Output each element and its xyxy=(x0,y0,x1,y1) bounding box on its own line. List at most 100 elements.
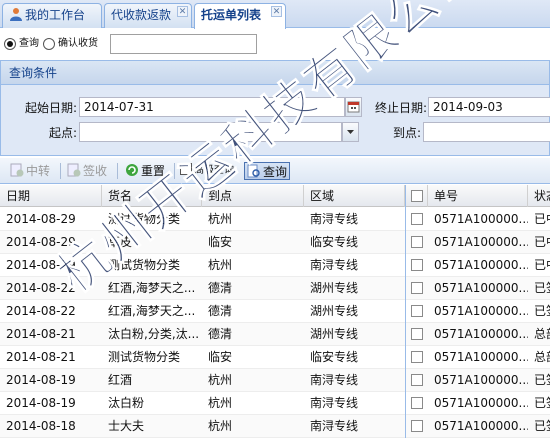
chevron-down-icon[interactable] xyxy=(342,122,359,142)
cell-status: 已签 xyxy=(534,396,550,410)
reset-button[interactable]: 重置 xyxy=(125,162,165,180)
cell-region: 南浔专线 xyxy=(310,258,359,272)
column-header-number[interactable]: 单号 xyxy=(428,185,528,207)
cell-destination: 杭州 xyxy=(208,212,233,226)
table-row[interactable]: 0571A100000... 总部 xyxy=(406,346,550,369)
row-checkbox[interactable] xyxy=(411,305,423,317)
row-checkbox[interactable] xyxy=(411,397,423,409)
tab-waybill-list[interactable]: 托运单列表 ✕ xyxy=(194,3,286,29)
cell-goods: 测试货物分类 xyxy=(108,212,181,226)
waybill-grid-right: 单号 状态 0571A100000... 已中 0571A100000... 已中 05… xyxy=(406,185,550,438)
table-row[interactable]: 2014-08-18 士大夫 杭州 南浔专线 xyxy=(0,415,405,438)
advanced-query-toggle[interactable]: 高级查询 xyxy=(180,162,234,180)
table-row[interactable]: 2014-08-29 测试货物分类 杭州 南浔专线 xyxy=(0,254,405,277)
cell-date: 2014-08-19 xyxy=(6,396,76,410)
column-header-goods[interactable]: 货名 xyxy=(102,185,202,207)
table-row[interactable]: 0571A100000... 总部 xyxy=(406,323,550,346)
row-checkbox[interactable] xyxy=(411,236,423,248)
cell-status: 已中 xyxy=(534,235,550,249)
radio-query-label: 查询 xyxy=(19,38,39,49)
mode-input[interactable] xyxy=(110,34,257,54)
toolbar-separator xyxy=(60,163,61,179)
cell-goods: 草皮 xyxy=(108,235,133,249)
cell-goods: 测试货物分类 xyxy=(108,350,181,364)
cell-date: 2014-08-29 xyxy=(6,258,76,272)
column-header-region[interactable]: 区域 xyxy=(304,185,405,207)
table-row[interactable]: 2014-08-21 汰白粉,分类,汰... 德清 湖州专线 xyxy=(0,323,405,346)
table-row[interactable]: 2014-08-21 测试货物分类 临安 临安专线 xyxy=(0,346,405,369)
cell-number: 0571A100000... xyxy=(434,373,528,387)
sign-button[interactable]: 签收 xyxy=(67,162,107,180)
cell-status: 已中 xyxy=(534,258,550,272)
column-header-destination[interactable]: 到点 xyxy=(202,185,304,207)
select-all-column[interactable] xyxy=(406,185,428,207)
tab-my-workbench[interactable]: 我的工作台 xyxy=(2,3,102,28)
table-row[interactable]: 2014-08-29 测试货物分类 杭州 南浔专线 xyxy=(0,208,405,231)
destination-field[interactable] xyxy=(423,122,550,142)
cell-number: 0571A100000... xyxy=(434,327,528,341)
table-row[interactable]: 2014-08-22 红酒,海梦天之... 德清 湖州专线 xyxy=(0,300,405,323)
column-header-status[interactable]: 状态 xyxy=(528,185,550,207)
tab-bar: 我的工作台 代收款返款 ✕ 托运单列表 ✕ xyxy=(0,0,550,29)
table-row[interactable]: 0571A100000... 已中 xyxy=(406,208,550,231)
cell-goods: 汰白粉,分类,汰... xyxy=(108,327,200,341)
end-date-label: 终止日期: xyxy=(374,101,427,115)
cell-destination: 杭州 xyxy=(208,396,233,410)
row-checkbox[interactable] xyxy=(411,328,423,340)
search-button[interactable]: 查询 xyxy=(244,162,291,180)
table-row[interactable]: 2014-08-19 红酒 杭州 南浔专线 xyxy=(0,369,405,392)
cell-number: 0571A100000... xyxy=(434,304,528,318)
table-row[interactable]: 0571A100000... 已签 xyxy=(406,300,550,323)
row-checkbox[interactable] xyxy=(411,282,423,294)
origin-field[interactable] xyxy=(79,122,342,142)
cell-region: 南浔专线 xyxy=(310,396,359,410)
cell-region: 临安专线 xyxy=(310,350,359,364)
refresh-icon xyxy=(125,163,139,177)
close-icon[interactable]: ✕ xyxy=(271,6,282,17)
cell-region: 南浔专线 xyxy=(310,373,359,387)
table-row[interactable]: 0571A100000... 已中 xyxy=(406,231,550,254)
close-icon[interactable]: ✕ xyxy=(177,6,188,17)
table-row[interactable]: 0571A100000... 已签 xyxy=(406,392,550,415)
radio-confirm-label: 确认收货 xyxy=(58,38,98,49)
query-panel-title: 查询条件 xyxy=(1,61,549,85)
cell-goods: 士大夫 xyxy=(108,419,145,433)
cell-region: 南浔专线 xyxy=(310,212,359,226)
cell-date: 2014-08-22 xyxy=(6,304,76,318)
waybill-grid-main: 日期 货名 到点 区域 2014-08-29 测试货物分类 杭州 南浔专线 2014-0… xyxy=(0,185,405,438)
advanced-query-checkbox[interactable] xyxy=(180,163,192,175)
cell-destination: 杭州 xyxy=(208,419,233,433)
row-checkbox[interactable] xyxy=(411,351,423,363)
table-row[interactable]: 2014-08-19 汰白粉 杭州 南浔专线 xyxy=(0,392,405,415)
cell-number: 0571A100000... xyxy=(434,396,528,410)
table-row[interactable]: 0571A100000... 已中 xyxy=(406,254,550,277)
row-checkbox[interactable] xyxy=(411,420,423,432)
query-panel: 查询条件 起始日期: 2014-07-31 终止日期: 2014-09-03 起… xyxy=(0,60,550,156)
table-row[interactable]: 0571A100000... 已签 xyxy=(406,277,550,300)
column-header-date[interactable]: 日期 xyxy=(0,185,102,207)
row-checkbox[interactable] xyxy=(411,213,423,225)
cell-status: 已签 xyxy=(534,373,550,387)
cell-goods: 汰白粉 xyxy=(108,396,145,410)
radio-confirm-receipt[interactable] xyxy=(43,38,55,50)
table-row[interactable]: 2014-08-22 红酒,海梦天之... 德清 湖州专线 xyxy=(0,277,405,300)
tab-label: 代收款返款 xyxy=(111,8,172,22)
cell-number: 0571A100000... xyxy=(434,235,528,249)
select-all-checkbox[interactable] xyxy=(411,190,423,202)
cell-destination: 临安 xyxy=(208,235,233,249)
table-row[interactable]: 0571A100000... 已签 xyxy=(406,415,550,438)
tab-cod-refund[interactable]: 代收款返款 ✕ xyxy=(104,3,192,28)
cell-destination: 临安 xyxy=(208,350,233,364)
row-checkbox[interactable] xyxy=(411,259,423,271)
table-row[interactable]: 0571A100000... 已签 xyxy=(406,369,550,392)
cell-status: 已中 xyxy=(534,212,550,226)
row-checkbox[interactable] xyxy=(411,374,423,386)
start-date-label: 起始日期: xyxy=(24,101,77,115)
table-row[interactable]: 2014-08-29 草皮 临安 临安专线 xyxy=(0,231,405,254)
mode-row: 查询 确认收货 xyxy=(0,30,550,58)
calendar-icon[interactable] xyxy=(345,97,362,117)
start-date-field[interactable]: 2014-07-31 xyxy=(79,97,345,117)
transfer-button[interactable]: 中转 xyxy=(10,162,50,180)
end-date-field[interactable]: 2014-09-03 xyxy=(428,97,550,117)
radio-query[interactable] xyxy=(4,38,16,50)
